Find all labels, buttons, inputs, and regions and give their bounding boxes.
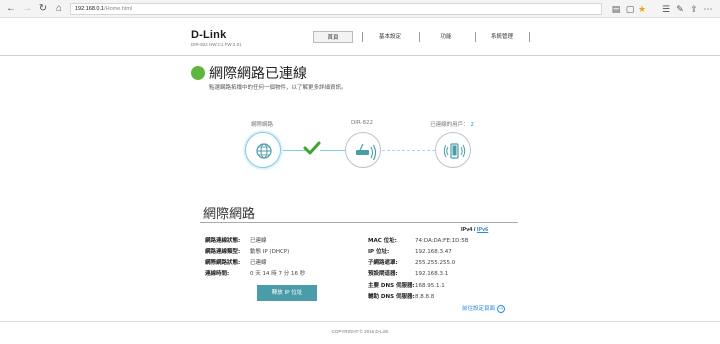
info-label: 預設閘道器: xyxy=(368,271,398,277)
url-path: /Home.html xyxy=(104,6,133,12)
info-row: 0 天 14 時 7 分 16 秒 xyxy=(250,271,305,278)
copyright-footer: COPYRIGHT © 2016 D-Link xyxy=(331,329,389,334)
info-value: 192.168.3.1 xyxy=(415,271,449,277)
info-row: 連線時間: xyxy=(205,271,229,278)
home-icon[interactable]: ⌂ xyxy=(52,2,66,16)
info-row: 已連線 xyxy=(250,238,267,245)
menu-divider xyxy=(362,32,363,42)
advanced-settings-link[interactable]: 前往設定頁面 → xyxy=(462,304,506,313)
menu-divider xyxy=(475,32,476,42)
info-row: 192.168.3.1 xyxy=(415,271,448,278)
dlink-logo: D-Link xyxy=(191,29,227,41)
info-row: 255.255.255.0 xyxy=(415,260,455,267)
menu-divider xyxy=(529,32,530,42)
tab-preview-icon[interactable]: ▢ xyxy=(624,3,636,15)
info-row: 網路連線類型: xyxy=(205,249,240,256)
clients-count[interactable]: 2 xyxy=(470,122,474,128)
favorite-star-icon[interactable]: ★ xyxy=(636,3,648,15)
advanced-settings-label: 前往設定頁面 xyxy=(462,306,496,312)
connected-check-icon xyxy=(303,141,321,155)
router-clients-link xyxy=(382,150,435,151)
info-row: MAC 位址: xyxy=(368,238,397,245)
info-row: 192.168.3.47 xyxy=(415,249,452,256)
info-row: 主要 DNS 伺服器: xyxy=(368,283,415,290)
internet-node-label: 網際網路 xyxy=(250,122,273,128)
refresh-icon[interactable]: ↻ xyxy=(36,2,50,16)
router-icon xyxy=(356,143,377,161)
info-label: 網際網路狀態: xyxy=(205,260,241,266)
info-value: 255.255.255.0 xyxy=(415,260,456,266)
info-value: 已連線 xyxy=(250,238,267,244)
info-label: 網路連線類型: xyxy=(205,249,241,255)
router-header: D-Link DIR-822 HW:C1 FW:3.01 首頁 基本設定 功能 … xyxy=(0,18,720,56)
clients-node[interactable] xyxy=(435,132,471,168)
browser-toolbar: ← → ↻ ⌂ 192.168.0.1/Home.html ▤ ▢ ★ ☰ ✎ … xyxy=(0,0,720,18)
clients-node-label: 已連線的用戶： 2 xyxy=(412,120,492,128)
more-menu-icon[interactable]: ⋯ xyxy=(702,3,714,15)
forward-icon[interactable]: → xyxy=(20,2,34,16)
address-bar[interactable]: 192.168.0.1/Home.html xyxy=(70,3,602,15)
section-divider xyxy=(200,222,518,223)
info-row: 8.8.8.8 xyxy=(415,294,434,301)
footer-divider xyxy=(0,321,720,322)
info-row: 動態 IP (DHCP) xyxy=(250,249,289,256)
router-node-label: DIR-822 xyxy=(351,120,373,126)
model-info: DIR-822 HW:C1 FW:3.01 xyxy=(191,42,242,47)
info-value: 動態 IP (DHCP) xyxy=(250,249,290,255)
menu-management[interactable]: 系統管理 xyxy=(482,31,522,43)
internet-node[interactable] xyxy=(245,132,281,168)
info-row: 輔助 DNS 伺服器: xyxy=(368,294,415,301)
arrow-right-icon: → xyxy=(497,304,506,313)
info-label: 輔助 DNS 伺服器: xyxy=(368,294,415,300)
info-value: 74:DA:DA:FE:1D:5B xyxy=(415,238,469,244)
back-icon[interactable]: ← xyxy=(4,2,18,16)
reading-view-icon[interactable]: ▤ xyxy=(610,3,622,15)
info-label: 子網路遮罩: xyxy=(368,260,398,266)
info-value: 已連線 xyxy=(250,260,267,266)
info-label: 網路連線狀態: xyxy=(205,238,241,244)
info-row: 74:DA:DA:FE:1D:5B xyxy=(415,238,469,245)
info-value: 168.95.1.1 xyxy=(415,283,445,289)
internet-section-title: 網際網路 xyxy=(203,207,256,222)
info-label: 主要 DNS 伺服器: xyxy=(368,283,415,289)
router-node[interactable] xyxy=(345,132,381,168)
menu-divider xyxy=(419,32,420,42)
status-title: 網際網路已連線 xyxy=(209,66,307,82)
info-row: 網際網路狀態: xyxy=(205,260,240,267)
info-row: 168.95.1.1 xyxy=(415,283,445,290)
favorites-hub-icon[interactable]: ☰ xyxy=(660,3,672,15)
globe-icon xyxy=(256,143,272,159)
info-label: 連線時間: xyxy=(205,271,230,277)
url-host: 192.168.0.1 xyxy=(75,6,105,12)
info-value: 8.8.8.8 xyxy=(415,294,435,300)
info-value: 192.168.3.47 xyxy=(415,249,452,255)
info-row: IP 位址: xyxy=(368,249,389,256)
info-row: 子網路遮罩: xyxy=(368,260,398,267)
clients-label-text: 已連線的用戶： xyxy=(430,122,469,128)
status-indicator xyxy=(191,66,205,80)
info-row: 已連線 xyxy=(250,260,267,267)
release-ip-button[interactable]: 釋放 IP 位址 xyxy=(257,285,317,301)
menu-home[interactable]: 首頁 xyxy=(313,31,353,43)
info-label: MAC 位址: xyxy=(368,238,397,244)
ipv-separator: / xyxy=(473,227,476,233)
wireless-devices-icon xyxy=(443,143,466,159)
ip-version-switch: IPv4 / IPv6 xyxy=(461,227,488,233)
internet-router-link xyxy=(320,150,346,151)
ipv6-tab[interactable]: IPv6 xyxy=(477,227,488,233)
menu-features[interactable]: 功能 xyxy=(426,31,466,43)
info-row: 預設閘道器: xyxy=(368,271,398,278)
ipv4-tab[interactable]: IPv4 xyxy=(461,227,472,233)
status-subtitle: 點選網路拓樸中的任何一個物件，以了解更多詳細資訊。 xyxy=(209,85,347,91)
notes-icon[interactable]: ✎ xyxy=(674,3,686,15)
share-icon[interactable]: ⇪ xyxy=(688,3,700,15)
info-row: 網路連線狀態: xyxy=(205,238,240,245)
info-label: IP 位址: xyxy=(368,249,390,255)
menu-basic-settings[interactable]: 基本設定 xyxy=(370,31,410,43)
info-value: 0 天 14 時 7 分 16 秒 xyxy=(250,271,306,277)
